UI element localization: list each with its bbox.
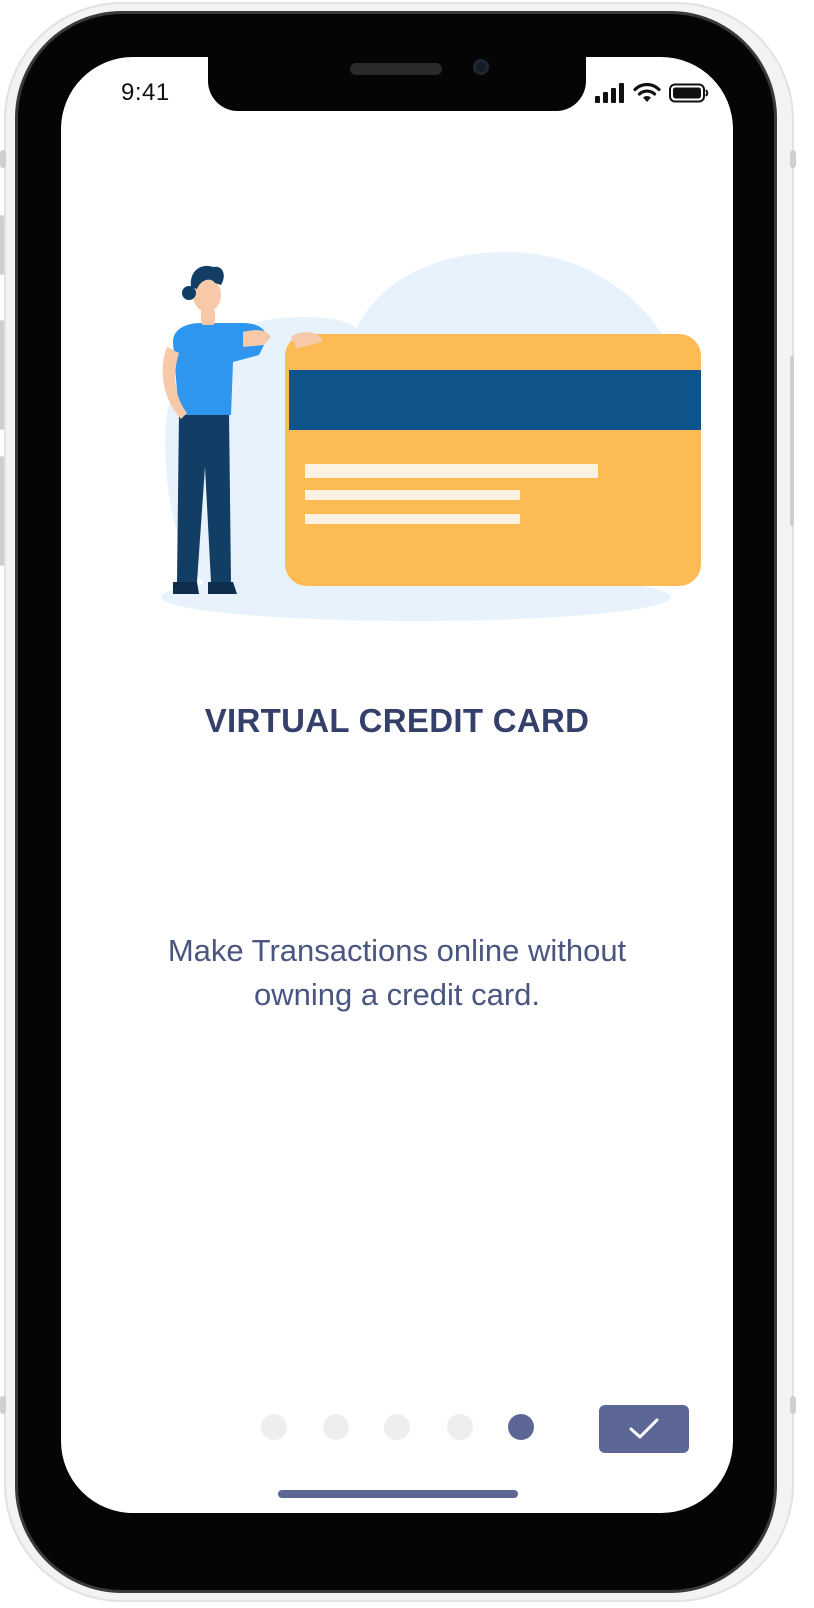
volume-up-button	[0, 215, 4, 275]
wifi-icon	[633, 83, 661, 102]
app-screen: 9:41 VIRTUAL CREDIT CARD Make Transactio…	[61, 57, 733, 1513]
power-button	[790, 356, 794, 526]
side-button-right-top	[790, 150, 796, 168]
onboarding-description: Make Transactions online without owning …	[167, 933, 627, 1012]
person-with-credit-card-illustration	[161, 252, 701, 621]
battery-icon	[669, 83, 709, 103]
done-button[interactable]	[599, 1405, 689, 1453]
side-button-left	[0, 150, 6, 168]
status-time: 9:41	[121, 79, 170, 106]
status-icons	[595, 83, 709, 103]
notch	[208, 57, 586, 111]
page-dot-2[interactable]	[323, 1414, 349, 1440]
side-button-right-bottom	[790, 1396, 796, 1414]
onboarding-title: VIRTUAL CREDIT CARD	[204, 702, 590, 739]
credit-card-graphic	[285, 334, 701, 586]
side-button-left-bottom	[0, 1396, 6, 1414]
front-camera	[473, 59, 489, 75]
page-dot-5[interactable]	[508, 1414, 534, 1440]
page-dot-4[interactable]	[447, 1414, 473, 1440]
home-indicator[interactable]	[278, 1490, 518, 1498]
page-dot-1[interactable]	[261, 1414, 287, 1440]
mute-switch	[0, 456, 4, 566]
volume-down-button	[0, 320, 4, 430]
check-icon	[629, 1418, 659, 1439]
speaker-grille	[350, 63, 442, 75]
page-dot-3[interactable]	[384, 1414, 410, 1440]
cellular-signal-icon	[595, 83, 624, 103]
